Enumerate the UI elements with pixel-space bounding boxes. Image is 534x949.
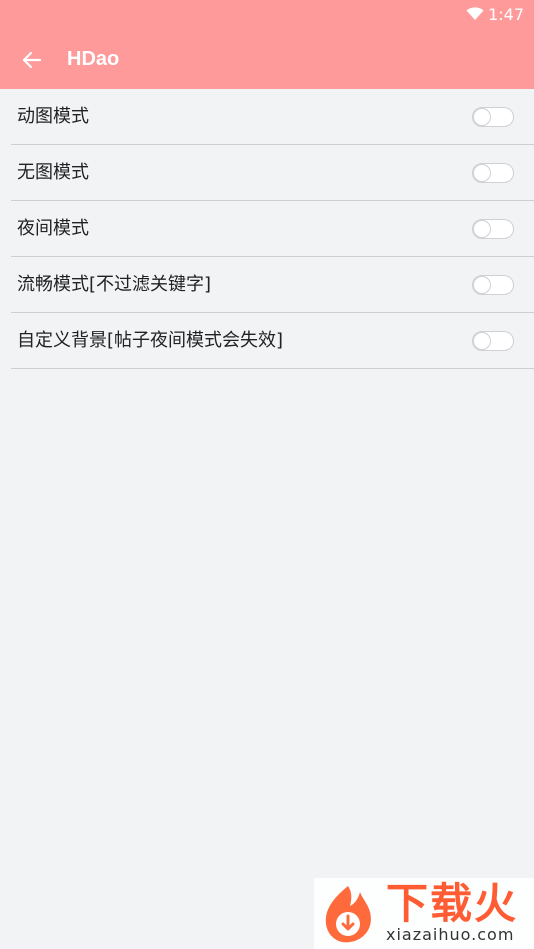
gif-mode-toggle[interactable]: [472, 107, 514, 127]
app-bar: HDao: [0, 30, 534, 89]
screen: 1:47 HDao 动图模式 无图模式 夜间模式 流畅模式[不过滤关键字] 自定…: [0, 0, 534, 949]
setting-row-custom-background[interactable]: 自定义背景[帖子夜间模式会失效]: [11, 313, 534, 369]
toggle-knob: [473, 108, 491, 126]
setting-label: 无图模式: [17, 162, 89, 183]
status-time: 1:47: [488, 5, 524, 24]
custom-background-toggle[interactable]: [472, 331, 514, 351]
status-bar: 1:47: [0, 0, 534, 30]
setting-label: 流畅模式[不过滤关键字]: [17, 274, 212, 295]
watermark-url: xiazaihuo.com: [386, 925, 515, 944]
setting-label: 自定义背景[帖子夜间模式会失效]: [17, 330, 284, 351]
setting-row-no-image-mode[interactable]: 无图模式: [11, 145, 534, 201]
setting-row-gif-mode[interactable]: 动图模式: [11, 89, 534, 145]
toggle-knob: [473, 164, 491, 182]
page-title: HDao: [67, 48, 120, 70]
flame-download-logo: [325, 886, 371, 943]
smooth-mode-toggle[interactable]: [472, 275, 514, 295]
toggle-knob: [473, 276, 491, 294]
setting-label: 动图模式: [17, 106, 89, 127]
arrow-left-icon: [22, 51, 42, 69]
night-mode-toggle[interactable]: [472, 219, 514, 239]
settings-list: 动图模式 无图模式 夜间模式 流畅模式[不过滤关键字] 自定义背景[帖子夜间模式…: [0, 89, 534, 369]
setting-row-night-mode[interactable]: 夜间模式: [11, 201, 534, 257]
no-image-mode-toggle[interactable]: [472, 163, 514, 183]
watermark: 下载火 xiazaihuo.com: [314, 878, 534, 949]
setting-label: 夜间模式: [17, 218, 89, 239]
wifi-icon: [466, 7, 484, 20]
toggle-knob: [473, 220, 491, 238]
back-button[interactable]: [12, 40, 52, 80]
toggle-knob: [473, 332, 491, 350]
setting-row-smooth-mode[interactable]: 流畅模式[不过滤关键字]: [11, 257, 534, 313]
watermark-text: 下载火: [386, 879, 519, 928]
